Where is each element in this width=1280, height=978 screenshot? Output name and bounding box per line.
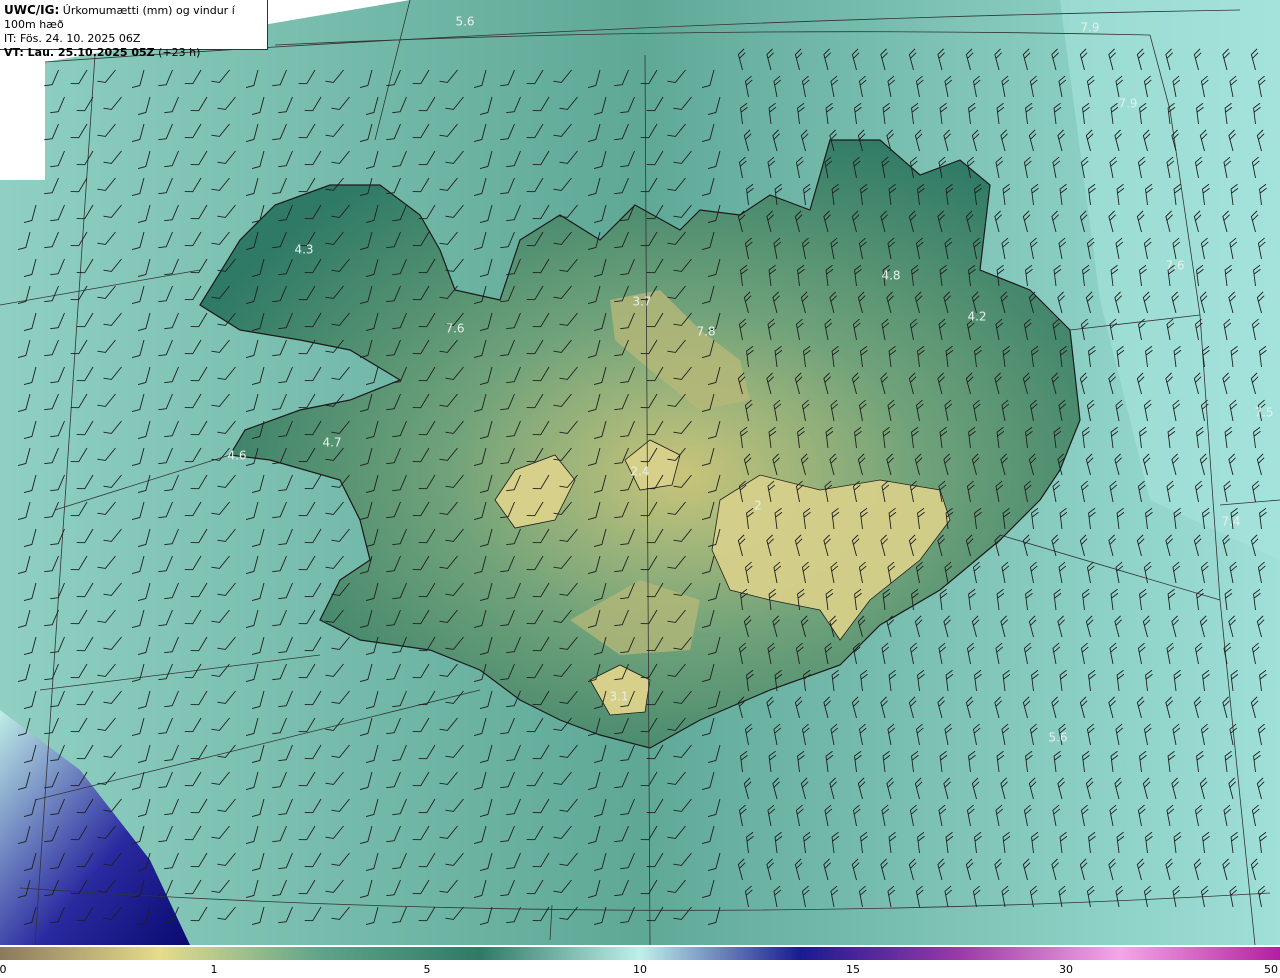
precip-value-label: 4.6 — [227, 449, 246, 463]
precip-value-label: 5.6 — [1048, 731, 1067, 745]
precip-value-label: 7.6 — [1165, 259, 1184, 273]
colorbar: 0 1 5 10 15 30 50 — [0, 947, 1280, 978]
precip-value-label: 2.4 — [630, 465, 649, 479]
precip-value-label: 3.7 — [632, 295, 651, 309]
header-title-line: UWC/IG: Úrkomumætti (mm) og vindur í 100… — [4, 3, 263, 32]
colorbar-tick-label: 30 — [1059, 963, 1073, 976]
precip-value-label: 4.7 — [322, 436, 341, 450]
colorbar-strip — [0, 947, 1280, 960]
colorbar-tick-label: 1 — [210, 963, 218, 976]
precip-value-label: 7.5 — [1254, 406, 1273, 420]
precipitation-wind-map: 5.6 7.9 7.9 4.3 4.8 7.6 3.7 4.2 7.6 7.8 7.5 4.7 4.6 2… — [0, 0, 1280, 945]
precip-value-label: 4.3 — [294, 243, 313, 257]
colorbar-tick-label: 50 — [1264, 963, 1278, 976]
precip-value-label: 5.6 — [455, 15, 474, 29]
colorbar-tick-label: 5 — [423, 963, 431, 976]
colorbar-tick-label: 0 — [0, 963, 7, 976]
forecast-step: (+23 h) — [154, 46, 201, 59]
precip-value-label: 7.8 — [696, 325, 715, 339]
colorbar-tick-label: 10 — [633, 963, 647, 976]
map-header: UWC/IG: Úrkomumætti (mm) og vindur í 100… — [0, 0, 268, 59]
product-code: UWC/IG: — [4, 3, 60, 17]
precip-value-label: 4.8 — [881, 269, 900, 283]
precip-value-label: 4.2 — [967, 310, 986, 324]
precip-value-label: 3.1 — [609, 690, 628, 704]
colorbar-tick-label: 15 — [846, 963, 860, 976]
valid-time: VT: Lau. 25.10.2025 05Z — [4, 46, 155, 59]
precip-value-label: 7.6 — [445, 322, 464, 336]
precip-value-label: 7.9 — [1118, 97, 1137, 111]
initial-time: IT: Fös. 24. 10. 2025 06Z — [4, 32, 141, 45]
valid-time-line: VT: Lau. 25.10.2025 05Z (+23 h) — [4, 46, 263, 60]
precip-value-label: 7.9 — [1080, 21, 1099, 35]
precip-value-label: 2 — [754, 499, 762, 513]
precip-value-label: 7.4 — [1221, 515, 1240, 529]
